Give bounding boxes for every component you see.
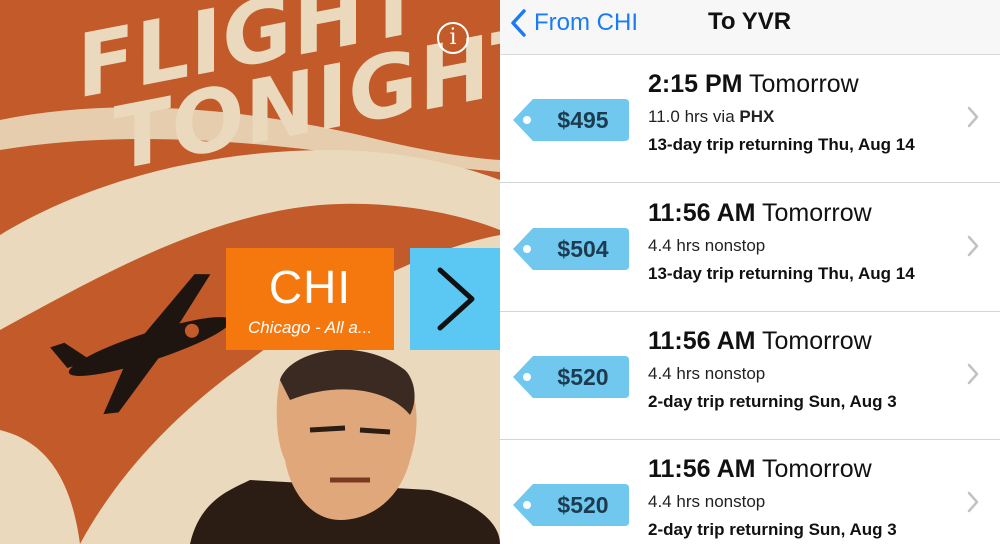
back-label: From CHI [534, 9, 638, 36]
duration-line: 11.0 hrs via PHX [648, 107, 774, 127]
price-tag: $520 [513, 482, 629, 528]
departure-line: 11:56 AM Tomorrow [648, 199, 872, 228]
route-type: nonstop [704, 492, 766, 511]
duration-unit: hrs [684, 107, 709, 126]
price-label: $520 [557, 364, 609, 390]
flight-row[interactable]: $520 11:56 AM Tomorrow 4.4 hrs nonstop 2… [500, 312, 1000, 440]
nav-bar: From CHI To YVR [500, 0, 1000, 55]
departure-time: 2:15 PM [648, 70, 743, 98]
chevron-right-icon [967, 363, 979, 385]
departure-day: Tomorrow [761, 455, 872, 483]
trip-summary: 13-day trip returning Thu, Aug 14 [648, 264, 915, 283]
departure-time: 11:56 AM [648, 455, 756, 483]
origin-code: CHI [268, 261, 352, 313]
departure-day: Tomorrow [761, 199, 872, 227]
info-icon[interactable]: i [437, 22, 469, 54]
departure-day: Tomorrow [748, 70, 859, 98]
duration-unit: hrs [676, 236, 700, 255]
poster-panel: FLIGHT TONIGHT! i CHI Chicago - All a... [0, 0, 500, 544]
back-button[interactable]: From CHI [510, 8, 638, 38]
chevron-right-icon [967, 235, 979, 257]
price-tag: $520 [513, 354, 629, 400]
duration-unit: hrs [676, 492, 700, 511]
route-type: nonstop [704, 236, 766, 255]
duration-line: 4.4 hrs nonstop [648, 236, 765, 256]
duration-line: 4.4 hrs nonstop [648, 364, 765, 384]
origin-selector[interactable]: CHI Chicago - All a... [226, 248, 394, 350]
departure-time: 11:56 AM [648, 199, 756, 227]
duration-hours: 4.4 [648, 492, 672, 511]
price-tag: $504 [513, 226, 629, 272]
departure-line: 11:56 AM Tomorrow [648, 455, 872, 484]
price-label: $520 [557, 492, 609, 518]
page-title: To YVR [708, 8, 792, 35]
price-tag: $495 [513, 97, 629, 143]
duration-unit: hrs [676, 364, 700, 383]
trip-summary: 2-day trip returning Sun, Aug 3 [648, 392, 897, 411]
flight-row[interactable]: $520 11:56 AM Tomorrow 4.4 hrs nonstop 2… [500, 440, 1000, 544]
route-type: via [712, 107, 735, 126]
trip-summary: 13-day trip returning Thu, Aug 14 [648, 135, 915, 154]
duration-hours: 4.4 [648, 236, 672, 255]
price-label: $504 [557, 236, 609, 262]
chevron-right-icon [967, 491, 979, 513]
chevron-right-icon [437, 267, 475, 331]
search-go-button[interactable] [410, 248, 500, 350]
departure-time: 11:56 AM [648, 327, 756, 355]
origin-name: Chicago - All a... [247, 318, 373, 337]
chevron-right-icon [967, 106, 979, 128]
duration-line: 4.4 hrs nonstop [648, 492, 765, 512]
results-panel: From CHI To YVR $495 2:15 PM Tomorrow 11… [500, 0, 1000, 544]
route-type: nonstop [704, 364, 766, 383]
flight-row[interactable]: $495 2:15 PM Tomorrow 11.0 hrs via PHX 1… [500, 55, 1000, 183]
duration-hours: 4.4 [648, 364, 672, 383]
departure-day: Tomorrow [761, 327, 872, 355]
departure-line: 2:15 PM Tomorrow [648, 70, 859, 99]
trip-summary: 2-day trip returning Sun, Aug 3 [648, 520, 897, 539]
flight-row[interactable]: $504 11:56 AM Tomorrow 4.4 hrs nonstop 1… [500, 184, 1000, 312]
duration-hours: 11.0 [648, 107, 680, 126]
departure-line: 11:56 AM Tomorrow [648, 327, 872, 356]
price-label: $495 [557, 107, 609, 133]
chevron-left-icon [511, 9, 526, 37]
route-code: PHX [739, 107, 775, 126]
